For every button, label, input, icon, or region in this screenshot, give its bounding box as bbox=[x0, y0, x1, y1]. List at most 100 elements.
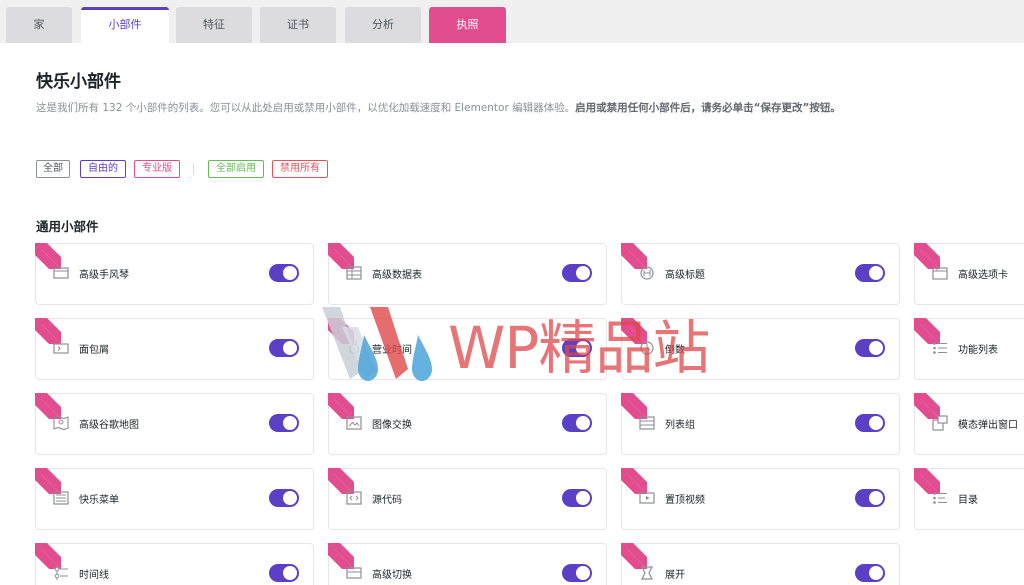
widget-toggle[interactable] bbox=[562, 489, 592, 507]
widget-label: 高级手风琴 bbox=[79, 270, 129, 281]
popup-icon bbox=[932, 415, 948, 431]
toggle-knob bbox=[576, 491, 590, 505]
widget-toggle[interactable] bbox=[269, 339, 299, 357]
widget-toggle[interactable] bbox=[269, 489, 299, 507]
map-icon bbox=[53, 415, 69, 431]
toggle-knob bbox=[576, 566, 590, 580]
widget-toggle[interactable] bbox=[562, 339, 592, 357]
widget-toggle[interactable] bbox=[562, 264, 592, 282]
filter-all-button[interactable]: 全部 bbox=[36, 160, 70, 178]
widget-label: 列表组 bbox=[665, 420, 695, 431]
breadcrumb-icon bbox=[53, 343, 69, 354]
widget-label: 面包屑 bbox=[79, 345, 109, 356]
widget-card: 图像交换 bbox=[328, 393, 607, 455]
widget-label: 高级标题 bbox=[665, 270, 705, 281]
enable-all-button[interactable]: 全部启用 bbox=[208, 160, 264, 178]
toc-icon bbox=[933, 492, 947, 504]
widget-toggle[interactable] bbox=[562, 414, 592, 432]
widget-card: 模态弹出窗口 bbox=[914, 393, 1024, 455]
tab-license[interactable]: 执照 bbox=[429, 7, 506, 43]
filter-pro-button[interactable]: 专业版 bbox=[134, 160, 180, 178]
toggle-knob bbox=[283, 491, 297, 505]
widget-toggle[interactable] bbox=[562, 564, 592, 582]
widget-card: 高级手风琴 bbox=[35, 243, 314, 305]
accordion-icon bbox=[53, 267, 69, 279]
widget-toggle[interactable] bbox=[269, 264, 299, 282]
widget-card: 高级选项卡 bbox=[914, 243, 1024, 305]
widget-label: 高级数据表 bbox=[372, 270, 422, 281]
tab-home[interactable]: 家 bbox=[6, 7, 72, 43]
widget-label: 营业时间 bbox=[372, 345, 412, 356]
widget-card: 高级切换 bbox=[328, 543, 607, 585]
widget-card: 列表组 bbox=[621, 393, 900, 455]
widget-label: 高级谷歌地图 bbox=[79, 420, 139, 431]
widget-toggle[interactable] bbox=[855, 489, 885, 507]
toggle-knob bbox=[869, 341, 883, 355]
widget-toggle[interactable] bbox=[855, 264, 885, 282]
tab-credentials[interactable]: 证书 bbox=[260, 7, 336, 43]
page-title: 快乐小部件 bbox=[36, 72, 121, 92]
filter-divider bbox=[193, 163, 194, 175]
toggle-knob bbox=[283, 566, 297, 580]
widget-label: 展开 bbox=[665, 570, 685, 581]
widget-toggle[interactable] bbox=[269, 564, 299, 582]
widget-card: 倒数 bbox=[621, 318, 900, 380]
tab-analytics[interactable]: 分析 bbox=[345, 7, 421, 43]
widget-card: 高级数据表 bbox=[328, 243, 607, 305]
tab-widgets[interactable]: 小部件 bbox=[81, 7, 169, 43]
widget-card: 营业时间 bbox=[328, 318, 607, 380]
widget-label: 高级切换 bbox=[372, 570, 412, 581]
top-tab-bar: 家 小部件 特征 证书 分析 执照 bbox=[0, 0, 1024, 45]
toggle-knob bbox=[283, 266, 297, 280]
image-swap-icon bbox=[346, 416, 362, 430]
toggle-knob bbox=[869, 266, 883, 280]
page-description: 这是我们所有 132 个小部件的列表。您可以从此处启用或禁用小部件，以优化加载速… bbox=[36, 100, 1016, 115]
countdown-icon bbox=[640, 341, 654, 355]
widget-card: 面包屑 bbox=[35, 318, 314, 380]
widget-toggle[interactable] bbox=[855, 414, 885, 432]
toggle-knob bbox=[869, 416, 883, 430]
toggle-knob bbox=[869, 566, 883, 580]
video-icon bbox=[639, 492, 655, 504]
widget-label: 目录 bbox=[958, 495, 978, 506]
widget-card: 快乐菜单 bbox=[35, 468, 314, 530]
toggle-knob bbox=[869, 491, 883, 505]
widget-card: 时间线 bbox=[35, 543, 314, 585]
filter-free-button[interactable]: 自由的 bbox=[80, 160, 126, 178]
widget-label: 源代码 bbox=[372, 495, 402, 506]
table-icon bbox=[346, 266, 362, 280]
disable-all-button[interactable]: 禁用所有 bbox=[272, 160, 328, 178]
toggle-knob bbox=[283, 416, 297, 430]
code-icon bbox=[346, 491, 362, 505]
tab-features[interactable]: 特征 bbox=[176, 7, 252, 43]
toggle-knob bbox=[576, 266, 590, 280]
widget-toggle[interactable] bbox=[269, 414, 299, 432]
menu-icon bbox=[53, 491, 69, 505]
widget-card: 置顶视频 bbox=[621, 468, 900, 530]
widget-label: 倒数 bbox=[665, 345, 685, 356]
description-text: 这是我们所有 132 个小部件的列表。您可以从此处启用或禁用小部件，以优化加载速… bbox=[36, 102, 576, 114]
heading-icon bbox=[640, 266, 654, 280]
widget-label: 快乐菜单 bbox=[79, 495, 119, 506]
widget-label: 置顶视频 bbox=[665, 495, 705, 506]
toggle-knob bbox=[283, 341, 297, 355]
widget-toggle[interactable] bbox=[855, 564, 885, 582]
widget-label: 高级选项卡 bbox=[958, 270, 1008, 281]
widgets-panel: 快乐小部件 这是我们所有 132 个小部件的列表。您可以从此处启用或禁用小部件，… bbox=[0, 43, 1024, 585]
section-title: 通用小部件 bbox=[36, 219, 99, 234]
widget-card: 高级标题 bbox=[621, 243, 900, 305]
list-icon bbox=[933, 342, 947, 354]
widget-label: 功能列表 bbox=[958, 345, 998, 356]
widget-label: 时间线 bbox=[79, 570, 109, 581]
widget-toggle[interactable] bbox=[855, 339, 885, 357]
list-group-icon bbox=[639, 416, 655, 430]
tabs-icon bbox=[932, 267, 948, 280]
toggle-knob bbox=[576, 416, 590, 430]
widget-label: 图像交换 bbox=[372, 420, 412, 431]
widget-card: 目录 bbox=[914, 468, 1024, 530]
clock-watch-icon bbox=[348, 340, 360, 355]
timeline-icon bbox=[54, 566, 68, 580]
description-bold-text: 启用或禁用任何小部件后，请务必单击“保存更改”按钮。 bbox=[575, 102, 841, 114]
toggle-icon bbox=[346, 567, 362, 579]
widget-card: 功能列表 bbox=[914, 318, 1024, 380]
